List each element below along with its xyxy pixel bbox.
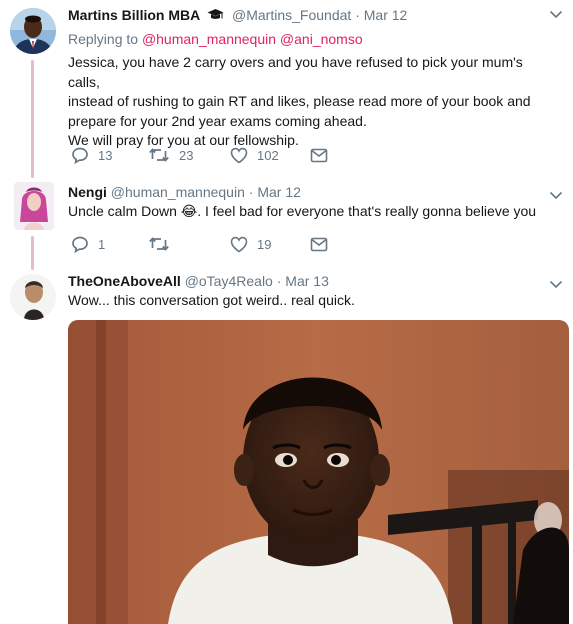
separator-dot: ·	[355, 7, 360, 23]
author-name[interactable]: Martins Billion MBA	[68, 7, 200, 23]
avatar[interactable]	[10, 274, 56, 320]
retweet-icon	[148, 235, 170, 253]
author-handle[interactable]: @human_mannequin	[111, 184, 245, 200]
reply-icon	[71, 235, 89, 253]
envelope-icon	[310, 237, 328, 252]
thread-line	[31, 236, 34, 270]
tweet-text-line: instead of rushing to gain RT and likes,…	[68, 93, 531, 109]
tweet-text-line: prepare for your 2nd year exams coming a…	[68, 112, 367, 129]
tweet-date[interactable]: Mar 13	[285, 273, 329, 289]
tweet-text: Wow... this conversation got weird.. rea…	[68, 292, 355, 308]
tweet-text-part: . I feel bad for everyone that's really …	[197, 203, 537, 219]
reply-button[interactable]: 1	[71, 233, 105, 255]
like-button[interactable]: 102	[230, 144, 279, 166]
heart-icon	[230, 147, 248, 164]
tweet-media-gif[interactable]	[68, 320, 569, 624]
separator-dot: ·	[276, 273, 282, 289]
reply-icon	[71, 146, 89, 164]
tweet-date[interactable]: Mar 12	[364, 7, 408, 23]
retweet-icon	[148, 146, 170, 164]
tweet-date[interactable]: Mar 12	[257, 184, 301, 200]
like-button[interactable]: 19	[230, 233, 271, 255]
replying-to-label: Replying to	[68, 31, 139, 47]
mention-link[interactable]: @ani_nomso	[280, 31, 363, 47]
retweet-button[interactable]	[148, 233, 179, 255]
mention-link[interactable]: @human_mannequin	[142, 31, 276, 47]
tweet-text: Uncle calm Down 😂. I feel bad for everyo…	[68, 202, 558, 222]
graduation-cap-icon	[207, 8, 224, 26]
reply-count: 13	[98, 147, 113, 163]
heart-icon	[230, 236, 248, 253]
author-name[interactable]: Nengi	[68, 184, 107, 200]
tweet-2[interactable]: Nengi @human_mannequin · Mar 12 Uncle ca…	[0, 178, 573, 270]
author-handle[interactable]: @oTay4Realo	[185, 273, 273, 289]
tweet-text-line: Jessica, you have 2 carry overs and you …	[68, 54, 523, 90]
tweet-text: Jessica, you have 2 carry overs and you …	[68, 53, 558, 151]
reply-count: 1	[98, 236, 106, 252]
reply-button[interactable]: 13	[71, 144, 112, 166]
avatar[interactable]	[10, 8, 56, 54]
author-name[interactable]: TheOneAboveAll	[68, 273, 181, 289]
dm-button[interactable]	[310, 233, 328, 255]
chevron-down-icon[interactable]	[549, 6, 563, 24]
separator-dot: ·	[248, 184, 254, 200]
avatar[interactable]	[14, 182, 54, 230]
author-handle[interactable]: @Martins_Foundat	[232, 7, 351, 23]
like-count: 102	[257, 147, 279, 163]
thread-line	[31, 60, 34, 178]
tears-of-joy-emoji: 😂	[180, 203, 198, 219]
dm-button[interactable]	[310, 144, 328, 166]
retweet-button[interactable]: 23	[148, 144, 193, 166]
retweet-count: 23	[179, 147, 194, 163]
like-count: 19	[257, 236, 272, 252]
tweet-actions: 1 19	[68, 233, 368, 255]
replying-to: Replying to @human_mannequin @ani_nomso	[68, 30, 363, 48]
envelope-icon	[310, 148, 328, 163]
tweet-text-part: Uncle calm Down	[68, 203, 177, 219]
tweet-actions: 13 23 102	[68, 144, 368, 166]
tweet-1[interactable]: Martins Billion MBA @Martins_Foundat · M…	[0, 0, 573, 178]
